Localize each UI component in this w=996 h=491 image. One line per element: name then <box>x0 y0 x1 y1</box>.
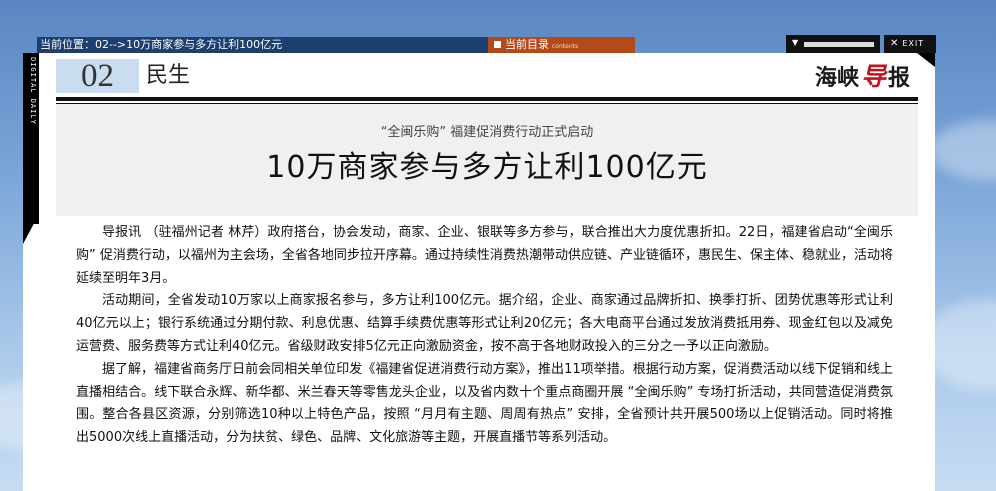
newspaper-page: DIGITAL DAILY 02 民生 海峡导报 “全闽乐购” 福建促消费行动正… <box>23 53 935 491</box>
catalog-label: 当前目录 <box>505 38 549 51</box>
article-paragraph: 据了解，福建省商务厅日前会同相关单位印发《福建省促进消费行动方案》，推出11项举… <box>76 361 893 446</box>
spine-text: DIGITAL DAILY <box>29 57 37 125</box>
section-title: 民生 <box>146 63 191 88</box>
newspaper-logo: 海峡导报 <box>815 57 910 93</box>
logo-prefix: 海峡 <box>814 65 859 91</box>
current-catalog-button[interactable]: 当前目录 contents <box>488 37 635 53</box>
page-spine: DIGITAL DAILY <box>23 53 39 224</box>
title-block: “全闽乐购” 福建促消费行动正式启动 10万商家参与多方让利100亿元 <box>56 104 918 216</box>
page-corner <box>917 53 935 67</box>
article-headline: 10万商家参与多方让利100亿元 <box>266 150 708 185</box>
page-number: 02 <box>56 59 139 93</box>
article-kicker: “全闽乐购” 福建促消费行动正式启动 <box>380 125 594 140</box>
catalog-sublabel: contents <box>552 43 579 50</box>
header-rule <box>56 97 918 101</box>
spine-corner <box>23 214 39 244</box>
article-paragraph: 活动期间，全省发动10万家以上商家报名参与，多方让利100亿元。据介绍，企业、商… <box>76 293 893 354</box>
logo-suffix: 报 <box>887 65 910 91</box>
current-location: 当前位置：02-->10万商家参与多方让利100亿元 <box>40 38 283 51</box>
logo-highlight: 导 <box>860 62 886 91</box>
article-paragraph: 导报讯 （驻福州记者 林芹）政府搭台，协会发动，商家、企业、银联等多方参与，联合… <box>76 225 893 286</box>
top-navigation-bar: 当前位置：02-->10万商家参与多方让利100亿元 当前目录 contents <box>37 37 635 53</box>
square-icon <box>494 41 501 48</box>
speaker-icon: ▼ <box>792 38 799 47</box>
close-icon: ✕ <box>890 38 900 49</box>
volume-slider[interactable]: ▼ <box>786 35 880 53</box>
exit-button[interactable]: ✕ EXIT <box>884 35 936 53</box>
article-body: 导报讯 （驻福州记者 林芹）政府搭台，协会发动，商家、企业、银联等多方参与，联合… <box>76 222 893 450</box>
volume-track[interactable] <box>804 42 874 47</box>
exit-label: EXIT <box>902 39 925 48</box>
page-header: 02 民生 海峡导报 <box>56 59 918 99</box>
